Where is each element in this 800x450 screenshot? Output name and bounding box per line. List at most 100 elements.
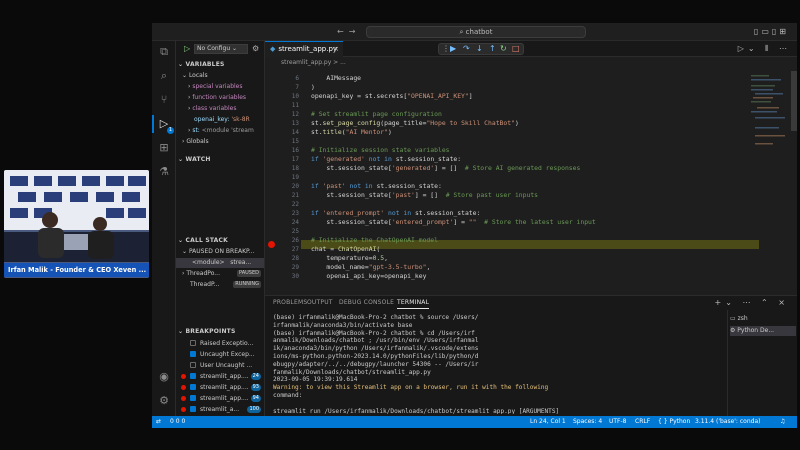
variables-header[interactable]: ⌄ VARIABLES xyxy=(178,61,225,68)
tab-terminal[interactable]: TERMINAL xyxy=(397,299,430,309)
breakpoint-item[interactable]: User Uncaught ... xyxy=(176,360,264,371)
run-config-bar: ▷ No Configu ⌄ ⚙ xyxy=(184,44,264,55)
close-icon[interactable]: × xyxy=(333,42,339,57)
locals-scope[interactable]: ⌄ Locals xyxy=(176,71,264,81)
remote-indicator-icon[interactable]: ⇄ xyxy=(156,416,161,428)
search-icon[interactable]: ⌕ xyxy=(157,69,171,83)
watch-header[interactable]: ⌄ WATCH xyxy=(178,156,211,163)
code-line[interactable]: model_name="gpt-3.5-turbo", xyxy=(311,263,430,272)
terminal-item-zsh[interactable]: ▭ zsh xyxy=(730,314,796,324)
minimap[interactable] xyxy=(749,71,789,191)
code-line[interactable]: if 'entered_prompt' not in st.session_st… xyxy=(311,209,480,218)
callstack-thread[interactable]: › ThreadPo... PAUSED xyxy=(176,269,264,279)
code-line[interactable]: st.set_page_config(page_title="Hope to S… xyxy=(311,119,519,128)
breakpoint-item[interactable]: streamlit_app.... 93 xyxy=(176,382,264,393)
var-function[interactable]: › function variables xyxy=(176,93,264,103)
breakpoint-checkbox[interactable] xyxy=(190,384,196,390)
line-number: 12 xyxy=(291,111,299,118)
restart-icon[interactable]: ↻ xyxy=(500,44,507,54)
code-line[interactable]: ) xyxy=(311,83,315,92)
globals-scope[interactable]: › Globals xyxy=(176,137,264,147)
terminal-icon: ▭ xyxy=(730,315,738,322)
nav-back-forward-icon[interactable]: ← → xyxy=(337,27,356,36)
var-st[interactable]: › st: <module 'stream xyxy=(176,126,264,136)
launch-config-select[interactable]: No Configu ⌄ xyxy=(194,44,248,54)
breakpoint-item[interactable]: Raised Exceptio... xyxy=(176,338,264,349)
extensions-icon[interactable]: ⊞ xyxy=(157,141,171,155)
breadcrumb[interactable]: streamlit_app.py > ... xyxy=(281,59,346,66)
code-line[interactable]: if 'past' not in st.session_state: xyxy=(311,182,442,191)
line-ending[interactable]: CRLF xyxy=(635,416,650,428)
drag-handle-icon[interactable]: ⋮ xyxy=(442,44,450,54)
code-line[interactable]: # Initialize the ChatOpenAI model xyxy=(311,236,438,245)
step-over-icon[interactable]: ↷ xyxy=(463,44,470,54)
breakpoint-item[interactable]: streamlit_app.... 24 xyxy=(176,371,264,382)
step-out-icon[interactable]: ↑ xyxy=(489,44,496,54)
explorer-icon[interactable]: ⧉ xyxy=(157,45,171,59)
callstack-header[interactable]: ⌄ CALL STACK xyxy=(178,237,228,244)
tab-problems[interactable]: PROBLEMS xyxy=(273,299,307,306)
cursor-position[interactable]: Ln 24, Col 1 xyxy=(530,416,566,428)
testing-icon[interactable]: ⚗ xyxy=(157,165,171,179)
code-line[interactable]: if 'generated' not in st.session_state: xyxy=(311,155,461,164)
code-line[interactable]: openai_api_key=openapi_key xyxy=(311,272,426,281)
continue-icon[interactable]: ▶ xyxy=(450,44,456,54)
account-icon[interactable]: ◉ xyxy=(157,370,171,384)
thread-label: ThreadP... xyxy=(190,281,220,288)
tab-streamlit-app[interactable]: ◆ streamlit_app.py × xyxy=(265,41,343,57)
code-line[interactable]: openapi_key = st.secrets["OPENAI_API_KEY… xyxy=(311,92,473,101)
code-line[interactable]: chat = ChatOpenAI( xyxy=(311,245,380,254)
terminal-line: irfanmalik/anaconda3/bin/activate base xyxy=(273,321,413,329)
command-center-search[interactable]: ⌕ chatbot xyxy=(366,26,586,38)
code-line[interactable]: st.title("AI Mentor") xyxy=(311,128,392,137)
code-line[interactable]: st.session_state['past'] = [] # Store pa… xyxy=(311,191,538,200)
stop-icon[interactable]: □ xyxy=(512,44,520,54)
breakpoint-checkbox[interactable] xyxy=(190,351,196,357)
source-control-icon[interactable]: ⑂ xyxy=(157,93,171,107)
panel-actions[interactable]: +⌄ ⋯ ⌃ × xyxy=(715,298,789,307)
callstack-thread-main[interactable]: ⌄ PAUSED ON BREAKP... xyxy=(176,247,264,257)
step-into-icon[interactable]: ↓ xyxy=(476,44,483,54)
breakpoint-checkbox[interactable] xyxy=(190,406,196,412)
code-line[interactable]: AIMessage xyxy=(311,74,361,83)
terminal-line: ik/anaconda3/bin/python /Users/irfanmali… xyxy=(273,345,479,353)
breakpoint-checkbox[interactable] xyxy=(190,340,196,346)
code-line[interactable]: temperature=0.5, xyxy=(311,254,388,263)
start-debugging-icon[interactable]: ▷ xyxy=(184,44,190,53)
callstack-thread[interactable]: ThreadP... RUNNING xyxy=(176,280,264,290)
breakpoint-checkbox[interactable] xyxy=(190,395,196,401)
settings-gear-icon[interactable]: ⚙ xyxy=(157,394,171,408)
breakpoint-item[interactable]: streamlit_app.... 94 xyxy=(176,393,264,404)
run-debug-icon[interactable]: ▷ 1 xyxy=(152,115,174,134)
code-line[interactable]: st.session_state['generated'] = [] # Sto… xyxy=(311,164,580,173)
code-line[interactable]: # Set streamlit page configuration xyxy=(311,110,442,119)
var-openai-key[interactable]: openai_key: 'sk-8R xyxy=(176,115,264,125)
terminal-output[interactable]: (base) irfanmalik@MacBook-Pro-2 chatbot … xyxy=(273,314,725,414)
indent-setting[interactable]: Spaces: 4 xyxy=(573,416,602,428)
breakpoint-item[interactable]: streamlit_a... 100 xyxy=(176,404,264,415)
encoding[interactable]: UTF-8 xyxy=(609,416,627,428)
code-line[interactable]: # Initialize session state variables xyxy=(311,146,450,155)
search-label: chatbot xyxy=(465,28,493,36)
problems-count[interactable]: 0 0 0 xyxy=(170,416,185,428)
breakpoint-checkbox[interactable] xyxy=(190,373,196,379)
python-interpreter[interactable]: 3.11.4 ('base': conda) xyxy=(695,416,760,428)
language-mode[interactable]: { } Python xyxy=(658,416,690,428)
breakpoint-checkbox[interactable] xyxy=(190,362,196,368)
notifications-bell-icon[interactable]: ♫ xyxy=(780,416,785,428)
var-special[interactable]: › special variables xyxy=(176,82,264,92)
editor-actions[interactable]: ▷⌄ ⫴ ⋯ xyxy=(738,44,791,54)
terminal-item-python-debug[interactable]: ⚙ Python De... xyxy=(730,326,796,336)
breakpoint-item[interactable]: Uncaught Excep... xyxy=(176,349,264,360)
tab-debug-console[interactable]: DEBUG CONSOLE xyxy=(339,299,394,306)
tab-output[interactable]: OUTPUT xyxy=(307,299,333,306)
code-line[interactable]: st.session_state['entered_prompt'] = "" … xyxy=(311,218,595,227)
breakpoint-label: Raised Exceptio... xyxy=(200,340,254,347)
var-class[interactable]: › class variables xyxy=(176,104,264,114)
open-launch-json-icon[interactable]: ⚙ xyxy=(252,44,259,53)
breakpoints-header[interactable]: ⌄ BREAKPOINTS xyxy=(178,328,235,335)
frame-file: strea... xyxy=(230,259,252,266)
editor-scrollbar[interactable] xyxy=(791,71,797,131)
layout-toggle-icons[interactable]: ▯▭▯⊞ xyxy=(754,27,789,36)
callstack-frame[interactable]: <module> strea... xyxy=(176,258,264,268)
